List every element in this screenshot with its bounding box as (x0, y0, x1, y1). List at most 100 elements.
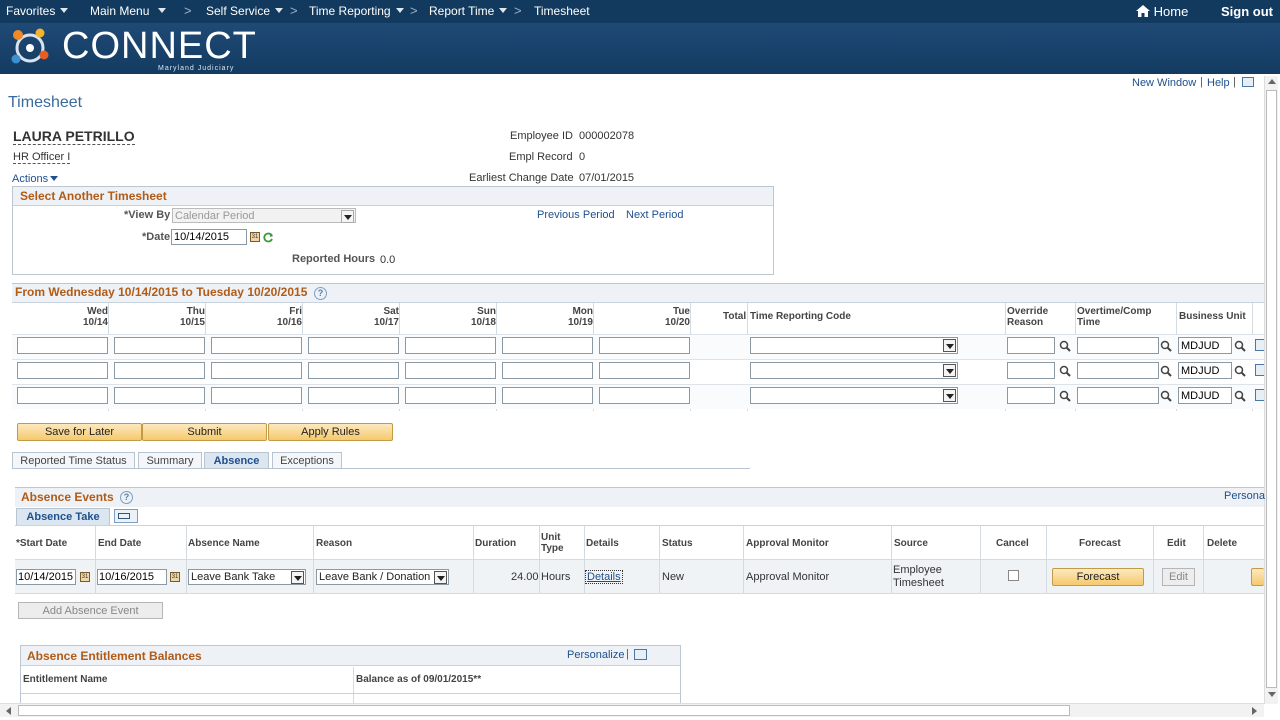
breadcrumb-time-reporting[interactable]: Time Reporting (309, 4, 404, 18)
absence-name-select[interactable]: Leave Bank Take (188, 569, 306, 585)
time-reporting-code-select[interactable] (750, 387, 958, 404)
personalize-link[interactable]: Persona (1224, 490, 1265, 502)
favorites-menu[interactable]: Favorites (6, 4, 69, 18)
overtime-comp-input[interactable] (1077, 337, 1159, 354)
tab-absence[interactable]: Absence (204, 452, 269, 469)
start-date-input[interactable] (16, 569, 76, 585)
scroll-up-icon[interactable] (1268, 79, 1276, 84)
override-reason-input[interactable] (1007, 387, 1055, 404)
lookup-search-icon[interactable] (1059, 340, 1071, 352)
subtab-absence-take[interactable]: Absence Take (16, 508, 110, 525)
help-icon[interactable]: ? (120, 491, 133, 504)
breadcrumb-timesheet[interactable]: Timesheet (534, 4, 590, 18)
hours-input-thu[interactable] (114, 337, 205, 354)
actions-menu[interactable]: Actions (12, 173, 59, 185)
apply-rules-button[interactable]: Apply Rules (268, 423, 393, 441)
date-input[interactable] (171, 229, 247, 245)
hours-input-sun[interactable] (405, 387, 496, 404)
lookup-search-icon[interactable] (1160, 365, 1172, 377)
lookup-search-icon[interactable] (1160, 340, 1172, 352)
delete-button[interactable] (1251, 568, 1264, 586)
scroll-right-icon[interactable] (1252, 707, 1257, 715)
business-unit-input[interactable] (1178, 337, 1232, 354)
lookup-search-icon[interactable] (1059, 390, 1071, 402)
end-date-input[interactable] (97, 569, 167, 585)
sign-out-link[interactable]: Sign out (1221, 4, 1273, 19)
lookup-search-icon[interactable] (1234, 340, 1246, 352)
add-absence-event-button[interactable]: Add Absence Event (18, 602, 163, 619)
scroll-down-icon[interactable] (1268, 692, 1276, 697)
add-row-icon[interactable] (1255, 389, 1264, 401)
submit-button[interactable]: Submit (142, 423, 267, 441)
hours-input-sat[interactable] (308, 387, 399, 404)
help-link[interactable]: Help (1207, 77, 1230, 89)
breadcrumb-separator: > (514, 3, 522, 18)
edit-button[interactable]: Edit (1162, 568, 1195, 586)
lookup-search-icon[interactable] (1160, 390, 1172, 402)
hours-input-sun[interactable] (405, 362, 496, 379)
scroll-left-icon[interactable] (6, 707, 11, 715)
hours-input-wed[interactable] (17, 362, 108, 379)
hours-input-fri[interactable] (211, 362, 302, 379)
hours-input-fri[interactable] (211, 387, 302, 404)
tab-exceptions[interactable]: Exceptions (272, 452, 342, 469)
employee-job-title[interactable]: HR Officer I (13, 151, 71, 164)
help-icon[interactable]: ? (314, 287, 327, 300)
save-for-later-button[interactable]: Save for Later (17, 423, 142, 441)
overtime-comp-input[interactable] (1077, 362, 1159, 379)
hours-input-mon[interactable] (502, 337, 593, 354)
main-menu[interactable]: Main Menu (90, 4, 167, 18)
hours-input-thu[interactable] (114, 362, 205, 379)
refresh-icon[interactable] (263, 232, 274, 243)
hours-input-wed[interactable] (17, 387, 108, 404)
add-row-icon[interactable] (1255, 339, 1264, 351)
lookup-search-icon[interactable] (1234, 390, 1246, 402)
business-unit-input[interactable] (1178, 387, 1232, 404)
cancel-checkbox[interactable] (1008, 570, 1019, 581)
horizontal-scrollbar[interactable] (0, 703, 1264, 717)
calendar-icon[interactable]: 31 (80, 572, 90, 582)
hours-input-tue[interactable] (599, 362, 690, 379)
zoom-icon[interactable] (634, 649, 647, 660)
lookup-search-icon[interactable] (1059, 365, 1071, 377)
hours-input-mon[interactable] (502, 387, 593, 404)
employee-name[interactable]: LAURA PETRILLO (13, 128, 135, 145)
calendar-icon[interactable]: 31 (250, 232, 260, 242)
breadcrumb-report-time[interactable]: Report Time (429, 4, 508, 18)
horizontal-scrollbar-thumb[interactable] (18, 705, 1070, 716)
tab-summary[interactable]: Summary (138, 452, 202, 469)
hours-input-mon[interactable] (502, 362, 593, 379)
hours-input-thu[interactable] (114, 387, 205, 404)
home-link[interactable]: Home (1136, 4, 1188, 19)
view-by-select[interactable]: Calendar Period (172, 208, 356, 223)
breadcrumb-self-service[interactable]: Self Service (206, 4, 284, 18)
forecast-button[interactable]: Forecast (1052, 568, 1144, 586)
time-reporting-code-select[interactable] (750, 362, 958, 379)
previous-period-link[interactable]: Previous Period (537, 209, 615, 221)
business-unit-input[interactable] (1178, 362, 1232, 379)
overtime-comp-input[interactable] (1077, 387, 1159, 404)
hours-input-tue[interactable] (599, 387, 690, 404)
hours-input-tue[interactable] (599, 337, 690, 354)
tab-reported-time-status[interactable]: Reported Time Status (12, 452, 135, 469)
time-reporting-code-select[interactable] (750, 337, 958, 354)
scrollbar-thumb[interactable] (1266, 90, 1277, 688)
hours-input-sat[interactable] (308, 362, 399, 379)
show-all-columns-icon[interactable] (114, 509, 138, 523)
new-window-link[interactable]: New Window (1132, 77, 1196, 89)
lookup-search-icon[interactable] (1234, 365, 1246, 377)
page-customize-icon[interactable] (1242, 77, 1254, 87)
override-reason-input[interactable] (1007, 337, 1055, 354)
calendar-icon[interactable]: 31 (170, 572, 180, 582)
hours-input-sun[interactable] (405, 337, 496, 354)
vertical-scrollbar[interactable] (1264, 76, 1278, 704)
add-row-icon[interactable] (1255, 364, 1264, 376)
hours-input-sat[interactable] (308, 337, 399, 354)
balances-personalize-link[interactable]: Personalize (567, 649, 624, 661)
override-reason-input[interactable] (1007, 362, 1055, 379)
hours-input-fri[interactable] (211, 337, 302, 354)
reason-select[interactable]: Leave Bank / Donation (316, 569, 449, 585)
details-link[interactable]: Details (585, 570, 623, 584)
next-period-link[interactable]: Next Period (626, 209, 683, 221)
hours-input-wed[interactable] (17, 337, 108, 354)
